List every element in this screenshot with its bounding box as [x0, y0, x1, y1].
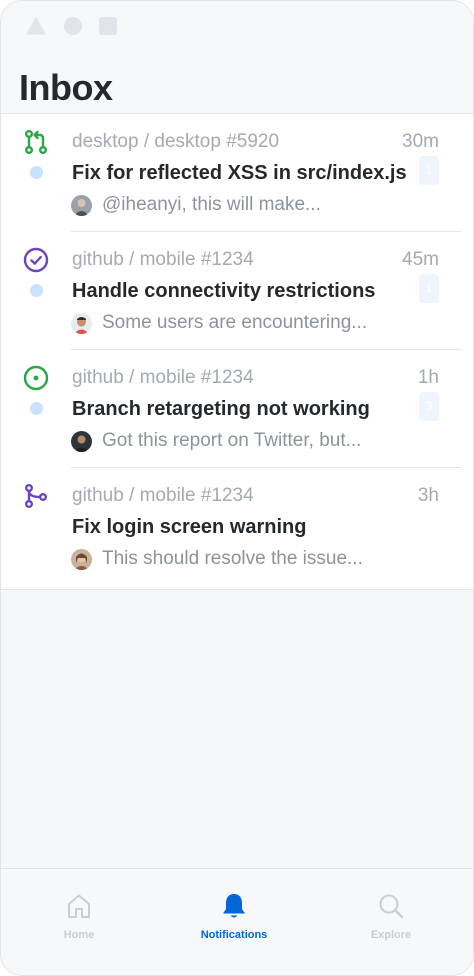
- comment-preview: Got this report on Twitter, but...: [102, 430, 362, 451]
- comment-count-badge: 1: [419, 274, 439, 303]
- notification-title[interactable]: Handle connectivity restrictions: [72, 280, 375, 303]
- repo-label[interactable]: desktop / desktop #5920: [72, 131, 279, 153]
- check-circle-icon: [23, 247, 49, 273]
- notification-row[interactable]: github / mobile #1234 45m Handle connect…: [1, 232, 473, 350]
- timestamp: 45m: [402, 249, 439, 270]
- timestamp: 1h: [417, 367, 439, 388]
- comment-preview: Some users are encountering...: [102, 312, 368, 333]
- pull-request-icon: [25, 130, 48, 155]
- unread-indicator: [30, 166, 43, 179]
- timestamp: 30m: [402, 131, 439, 152]
- avatar: [71, 549, 92, 570]
- home-icon: [68, 894, 90, 918]
- issue-opened-icon: [23, 365, 49, 391]
- tab-notifications-label: Notifications: [200, 929, 268, 941]
- tab-notifications[interactable]: Notifications: [164, 891, 304, 941]
- notification-list: desktop / desktop #5920 30m Fix for refl…: [1, 114, 473, 590]
- tab-explore-label: Explore: [370, 929, 412, 941]
- triangle-control-icon[interactable]: [27, 17, 45, 35]
- comment-preview: @iheanyi, this will make...: [102, 194, 321, 215]
- notification-title[interactable]: Fix login screen warning: [72, 516, 307, 539]
- avatar: [71, 195, 92, 216]
- avatar: [71, 431, 92, 452]
- avatar: [71, 313, 92, 334]
- page-title: Inbox: [19, 67, 113, 108]
- comment-preview: This should resolve the issue...: [102, 548, 363, 569]
- circle-control-icon[interactable]: [64, 17, 82, 35]
- tab-home[interactable]: Home: [9, 891, 149, 941]
- repo-label[interactable]: github / mobile #1234: [72, 367, 254, 389]
- comment-count-badge: 1: [419, 156, 439, 185]
- tab-home-label: Home: [63, 929, 95, 941]
- app-window: Inbox desktop / desktop #5920 30m Fix fo…: [0, 0, 474, 976]
- window-controls: [1, 1, 473, 51]
- comment-count-badge: 3: [419, 392, 439, 421]
- merge-icon: [25, 484, 48, 509]
- notification-row[interactable]: github / mobile #1234 3h Fix login scree…: [1, 468, 473, 586]
- search-icon: [379, 894, 404, 919]
- timestamp: 3h: [417, 485, 439, 506]
- notification-row[interactable]: github / mobile #1234 1h Branch retarget…: [1, 350, 473, 468]
- notification-row[interactable]: desktop / desktop #5920 30m Fix for refl…: [1, 114, 473, 232]
- repo-label[interactable]: github / mobile #1234: [72, 485, 254, 507]
- notification-title[interactable]: Fix for reflected XSS in src/index.js: [72, 162, 407, 185]
- repo-label[interactable]: github / mobile #1234: [72, 249, 254, 271]
- header: Inbox: [1, 51, 473, 114]
- tab-explore[interactable]: Explore: [321, 891, 461, 941]
- unread-indicator: [30, 402, 43, 415]
- notification-title[interactable]: Branch retargeting not working: [72, 398, 370, 421]
- bottom-tab-bar: Home Notifications Explore: [1, 868, 473, 975]
- square-control-icon[interactable]: [99, 17, 117, 35]
- bell-icon: [223, 894, 245, 918]
- unread-indicator: [30, 284, 43, 297]
